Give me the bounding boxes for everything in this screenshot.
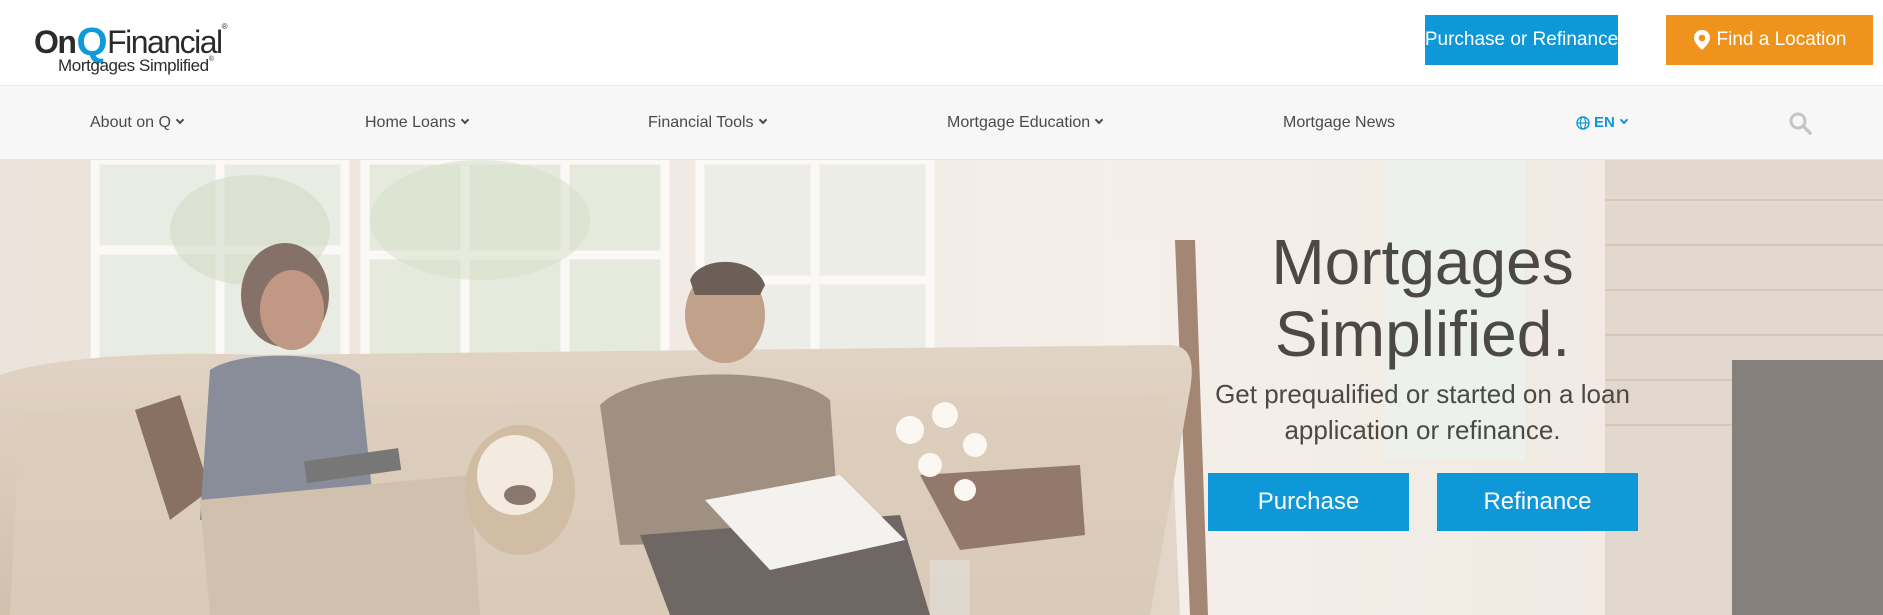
language-label: EN <box>1594 114 1615 131</box>
nav-item-label: Mortgage News <box>1283 113 1396 131</box>
chevron-down-icon <box>175 115 185 124</box>
hero-subtitle-line2: application or refinance. <box>1284 415 1561 445</box>
chevron-down-icon <box>758 115 767 124</box>
purchase-or-refinance-button[interactable]: Purchase or Refinance <box>1425 15 1618 65</box>
language-selector[interactable]: EN <box>1576 86 1629 159</box>
nav-item-label: Financial Tools <box>648 113 754 131</box>
chevron-down-icon <box>1619 115 1629 124</box>
nav-item-about[interactable]: About on Q <box>90 86 185 159</box>
nav-item-label: Mortgage Education <box>947 113 1091 131</box>
nav-item-home-loans[interactable]: Home Loans <box>365 86 469 159</box>
nav-item-label: Home Loans <box>365 113 456 131</box>
top-header: OnQFinancial® Mortgages Simplified® Purc… <box>0 0 1883 85</box>
nav-item-mortgage-news[interactable]: Mortgage News <box>1283 86 1395 159</box>
brand-logo[interactable]: OnQFinancial® Mortgages Simplified® <box>34 10 244 78</box>
refinance-label: Refinance <box>1483 488 1592 515</box>
nav-item-label: About on Q <box>90 113 171 131</box>
hero-title-line1: Mortgages <box>1271 226 1574 298</box>
chevron-down-icon <box>460 115 469 124</box>
purchase-label: Purchase <box>1257 488 1360 515</box>
main-navigation: About on Q Home Loans Financial Tools Mo… <box>0 85 1883 160</box>
logo-tagline: Mortgages Simplified® <box>58 56 214 75</box>
find-location-button[interactable]: Find a Location <box>1666 15 1873 65</box>
purchase-or-refinance-label: Purchase or Refinance <box>1424 29 1619 50</box>
search-icon[interactable] <box>1789 112 1812 135</box>
nav-item-mortgage-education[interactable]: Mortgage Education <box>947 86 1104 159</box>
hero-subtitle: Get prequalified or started on a loan ap… <box>1190 376 1655 448</box>
purchase-button[interactable]: Purchase <box>1208 473 1409 531</box>
nav-item-financial-tools[interactable]: Financial Tools <box>648 86 767 159</box>
hero-title-line2: Simplified. <box>1274 298 1571 370</box>
hero-title: Mortgages Simplified. <box>1200 226 1645 370</box>
map-pin-icon <box>1694 30 1710 50</box>
hero-banner: Mortgages Simplified. Get prequalified o… <box>0 160 1883 615</box>
refinance-button[interactable]: Refinance <box>1437 473 1638 531</box>
find-location-label: Find a Location <box>1716 29 1847 50</box>
chevron-down-icon <box>1094 115 1104 124</box>
globe-icon <box>1576 115 1590 130</box>
hero-subtitle-line1: Get prequalified or started on a loan <box>1215 379 1630 409</box>
